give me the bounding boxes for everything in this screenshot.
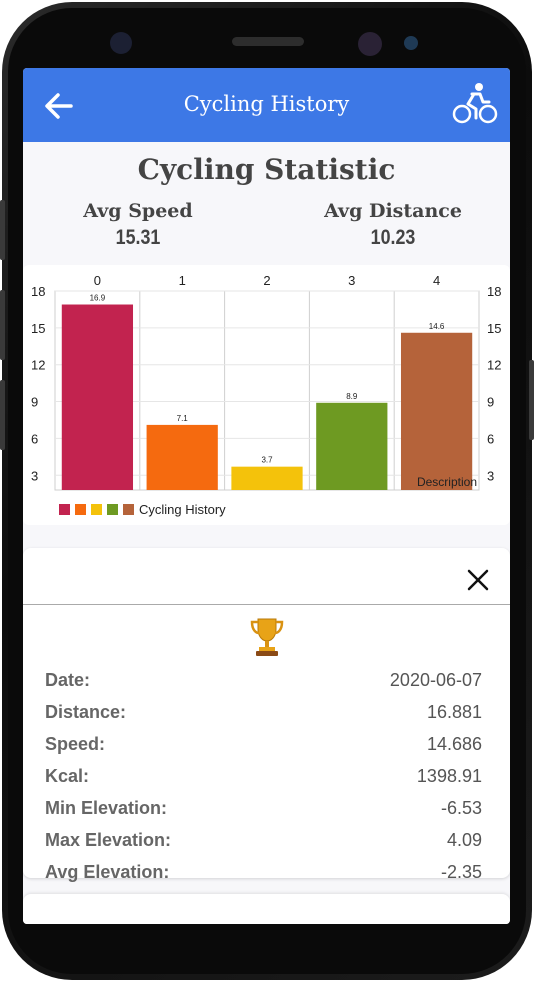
x-tick-label: 4: [433, 273, 440, 288]
x-tick-label: 2: [263, 273, 270, 288]
bar-chart-card[interactable]: 3 3 6 6 9 9 12 12 15 15 18 18 0 16.9 1 7.1 2 3.7 3 8.9 4 14.6…: [23, 265, 510, 525]
bar: [146, 424, 218, 490]
bar-value-label: 7.1: [177, 414, 189, 423]
x-tick-label: 0: [94, 273, 101, 288]
y-tick-label-left: 9: [31, 395, 38, 410]
x-tick-label: 3: [348, 273, 355, 288]
y-tick-label-left: 12: [31, 358, 45, 373]
bar-value-label: 8.9: [346, 392, 358, 401]
avg-speed-value: 15.31: [115, 226, 161, 249]
legend-swatch: [123, 504, 134, 515]
y-tick-label-right: 12: [487, 358, 501, 373]
detail-label: Date:: [45, 670, 91, 690]
legend-swatch: [59, 504, 70, 515]
y-tick-label-left: 15: [31, 321, 45, 336]
detail-value: -2.35: [440, 862, 482, 882]
y-tick-label-right: 3: [487, 468, 494, 483]
detail-value: 2020-06-07: [389, 670, 482, 690]
app-screen: Cycling History Cycling Statistic Avg Sp…: [23, 68, 510, 924]
bar: [400, 332, 473, 490]
x-tick-label: 1: [179, 273, 186, 288]
side-button: [0, 380, 5, 450]
detail-row: Max Elevation: 4.09: [45, 830, 482, 858]
legend-swatch: [75, 504, 86, 515]
front-sensor: [110, 32, 132, 54]
earpiece-speaker: [232, 37, 304, 46]
y-tick-label-right: 9: [487, 395, 494, 410]
bar: [61, 304, 134, 490]
detail-row: Kcal: 1398.91: [45, 766, 482, 794]
avg-speed-stat: Avg Speed 15.31: [38, 200, 238, 250]
proximity-sensor: [404, 36, 418, 50]
side-button: [529, 360, 534, 440]
detail-value: 1398.91: [416, 766, 482, 786]
y-tick-label-right: 18: [487, 284, 501, 299]
detail-row: Speed: 14.686: [45, 734, 482, 762]
close-icon[interactable]: [466, 568, 490, 592]
legend-swatch: [107, 504, 118, 515]
legend-swatch: [91, 504, 102, 515]
app-bar: Cycling History: [23, 68, 510, 142]
bar-value-label: 14.6: [429, 322, 445, 331]
avg-distance-stat: Avg Distance 10.23: [293, 200, 493, 250]
avg-distance-value: 10.23: [370, 226, 416, 249]
y-tick-label-left: 6: [31, 431, 38, 446]
detail-row: Min Elevation: -6.53: [45, 798, 482, 826]
detail-row: Avg Elevation: -2.35: [45, 862, 482, 890]
y-tick-label-right: 6: [487, 431, 494, 446]
y-tick-label-right: 15: [487, 321, 501, 336]
divider: [23, 604, 510, 605]
detail-row: Distance: 16.881: [45, 702, 482, 730]
trophy-icon: [250, 618, 284, 656]
statistic-title: Cycling Statistic: [137, 153, 396, 186]
app-bar-title: Cycling History: [183, 92, 350, 116]
y-tick-label-left: 3: [31, 468, 38, 483]
avg-speed-label: Avg Speed: [83, 200, 193, 222]
detail-card: Date: 2020-06-07 Distance: 16.881 Speed: 14.6…: [23, 548, 510, 882]
bar: [316, 402, 388, 490]
side-button: [0, 200, 5, 260]
bar-value-label: 3.7: [261, 456, 273, 465]
bar-chart[interactable]: 3 3 6 6 9 9 12 12 15 15 18 18 0 16.9 1 7.1 2 3.7 3 8.9 4 14.6…: [23, 265, 510, 525]
legend-label: Cycling History: [139, 502, 226, 517]
detail-label: Speed:: [45, 734, 106, 754]
bar-value-label: 16.9: [90, 294, 106, 303]
detail-label: Kcal:: [45, 766, 90, 786]
avg-distance-label: Avg Distance: [324, 200, 462, 222]
detail-label: Max Elevation:: [45, 830, 172, 850]
bar: [231, 466, 303, 490]
chart-description: Description: [417, 475, 477, 489]
detail-value: 4.09: [446, 830, 482, 850]
detail-label: Min Elevation:: [45, 798, 168, 818]
detail-value: 16.881: [426, 702, 482, 722]
side-button: [0, 290, 5, 360]
detail-value: 14.686: [426, 734, 482, 754]
front-camera: [358, 32, 382, 56]
next-card-edge: [23, 894, 510, 924]
detail-label: Distance:: [45, 702, 127, 722]
y-tick-label-left: 18: [31, 284, 45, 299]
cyclist-icon[interactable]: [452, 80, 498, 126]
detail-row: Date: 2020-06-07: [45, 670, 482, 698]
detail-label: Avg Elevation:: [45, 862, 170, 882]
detail-value: -6.53: [440, 798, 482, 818]
